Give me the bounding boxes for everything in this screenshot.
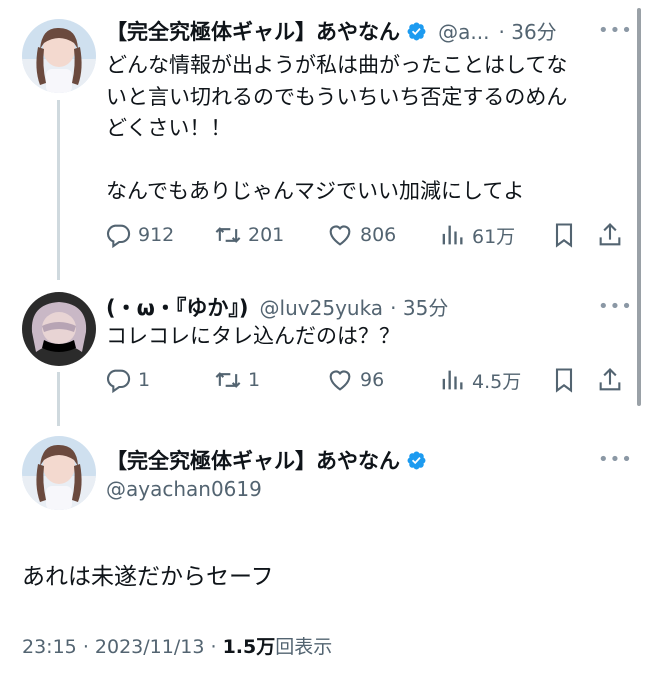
reply-icon — [107, 369, 131, 394]
more-icon[interactable]: ••• — [598, 449, 633, 470]
tweet-text-line: どくさい！！ — [106, 116, 232, 140]
share-icon — [599, 223, 621, 246]
more-icon[interactable]: ••• — [598, 296, 633, 317]
views-icon — [442, 225, 463, 245]
meta-separator: · — [82, 636, 89, 658]
timestamp[interactable]: · 35分 — [390, 296, 448, 320]
more-icon[interactable]: ••• — [598, 20, 633, 41]
like-count: 96 — [360, 369, 385, 391]
retweet-button[interactable]: 1 — [214, 366, 260, 394]
share-button[interactable] — [596, 366, 630, 394]
like-icon — [329, 370, 351, 391]
share-icon — [599, 368, 621, 391]
verified-badge-icon — [407, 22, 426, 41]
tweet-text: どんな情報が出ようが私は曲がったことはしてな いと言い切れるのでもういちいち否定… — [106, 50, 567, 207]
reply-icon — [107, 224, 131, 249]
retweet-icon — [215, 372, 241, 388]
scrollbar[interactable] — [637, 8, 641, 406]
retweet-count: 201 — [248, 224, 285, 246]
tweet-text-line: なんでもありじゃんマジでいい加減にしてよ — [106, 178, 525, 203]
meta-separator: · — [210, 636, 217, 658]
tweet-text: コレコレにタレ込んだのは？？ — [106, 324, 400, 348]
views-count: 4.5万 — [472, 370, 522, 393]
like-icon — [329, 225, 351, 246]
views-count: 61万 — [472, 225, 516, 248]
main-tweet-header: 【完全究極体ギャル】あやなん — [106, 445, 427, 475]
tweet-header: (・ω・『ゆか』) @luv25yuka · 35分 — [106, 292, 448, 322]
tweet-text-line: いと言い切れるのでもういちいち否定するのめん — [106, 84, 568, 109]
tweet-text-line: どんな情報が出ようが私は曲がったことはしてな — [106, 53, 568, 77]
display-name[interactable]: 【完全究極体ギャル】あやなん — [106, 449, 400, 473]
share-button[interactable] — [596, 221, 630, 249]
action-bar: 912 201 806 61万 — [104, 221, 629, 251]
like-button[interactable]: 96 — [326, 366, 384, 394]
retweet-icon — [215, 227, 241, 243]
views-icon — [442, 370, 463, 390]
views-button[interactable]: 4.5万 — [438, 366, 521, 394]
like-count: 806 — [360, 224, 397, 246]
retweet-button[interactable]: 201 — [214, 221, 284, 249]
display-name[interactable]: 【完全究極体ギャル】あやなん — [106, 20, 400, 44]
avatar[interactable] — [22, 292, 96, 366]
thread-line — [57, 372, 60, 426]
tweet-header: 【完全究極体ギャル】あやなん @a... · 36分 — [106, 16, 557, 46]
bookmark-button[interactable] — [550, 366, 584, 394]
handle[interactable]: @ayachan0619 — [106, 477, 262, 501]
display-name[interactable]: (・ω・『ゆか』) — [106, 296, 248, 320]
avatar[interactable] — [22, 436, 96, 510]
reply-count: 912 — [138, 224, 175, 246]
bookmark-icon — [555, 368, 573, 393]
action-bar: 1 1 96 4.5万 — [104, 366, 629, 396]
handle[interactable]: @luv25yuka — [260, 296, 384, 320]
timestamp[interactable]: · 36分 — [499, 20, 557, 44]
tweet-date[interactable]: 2023/11/13 — [95, 636, 205, 658]
bookmark-button[interactable] — [550, 221, 584, 249]
reply-button[interactable]: 1 — [104, 366, 150, 394]
tweet-meta: 23:15 · 2023/11/13 · 1.5万回表示 — [22, 632, 332, 659]
views-button[interactable]: 61万 — [438, 221, 515, 249]
reply-button[interactable]: 912 — [104, 221, 174, 249]
reply-count: 1 — [138, 369, 151, 391]
bookmark-icon — [555, 223, 573, 248]
tweet-time[interactable]: 23:15 — [22, 636, 77, 658]
view-count-label: 回表示 — [275, 636, 333, 658]
view-count: 1.5万 — [222, 636, 276, 658]
verified-badge-icon — [407, 451, 426, 470]
avatar[interactable] — [22, 19, 96, 93]
retweet-count: 1 — [248, 369, 261, 391]
main-tweet-text: あれは未遂だからセーフ — [22, 564, 274, 590]
handle[interactable]: @a... — [438, 20, 489, 44]
like-button[interactable]: 806 — [326, 221, 396, 249]
thread-line — [57, 100, 60, 280]
